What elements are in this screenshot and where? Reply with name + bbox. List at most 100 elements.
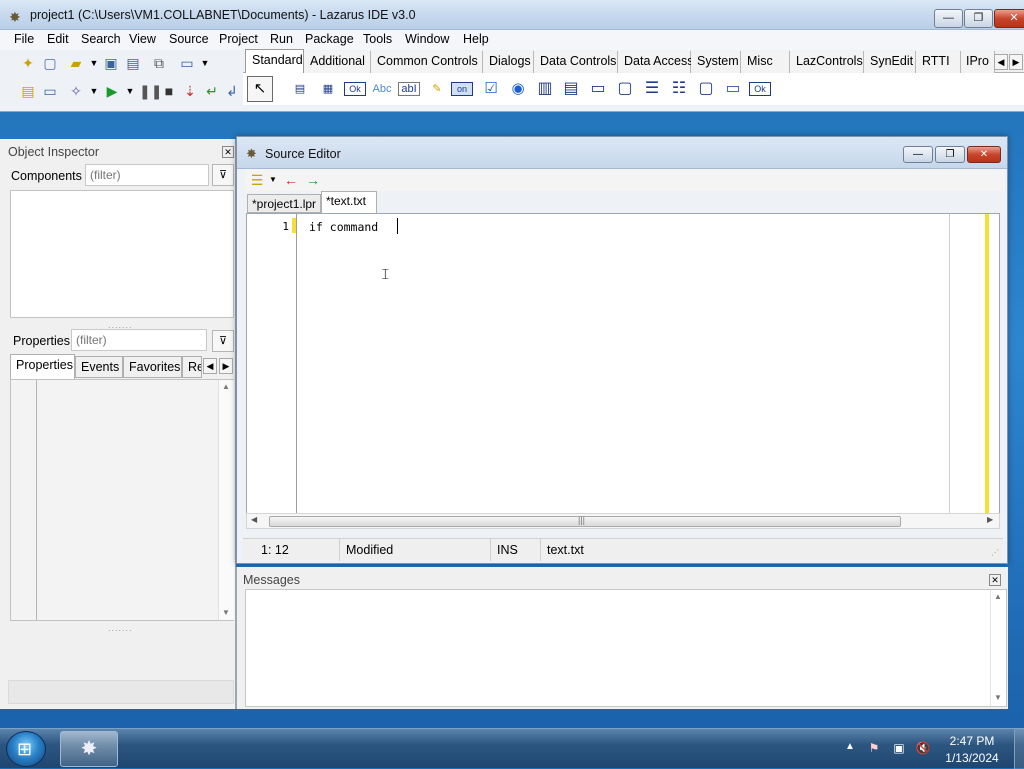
save-all-icon[interactable]: ▤ — [125, 55, 141, 71]
tlabel-icon[interactable]: Abc — [371, 78, 393, 100]
palette-scroll-left-icon[interactable]: ◀ — [994, 54, 1008, 70]
menu-window[interactable]: Window — [405, 32, 449, 46]
stop-icon[interactable]: ■ — [161, 83, 177, 99]
palette-tab-common-controls[interactable]: Common Controls — [371, 51, 483, 73]
palette-tab-synedit[interactable]: SynEdit — [864, 51, 916, 73]
messages-close-icon[interactable]: ✕ — [989, 574, 1001, 586]
tradiogroup-icon[interactable]: ☰ — [641, 78, 663, 100]
toggle-form-icon[interactable]: ⧉ — [151, 55, 167, 71]
tcombobox-icon[interactable]: ▤ — [560, 78, 582, 100]
tgroupbox-icon[interactable]: ▢ — [614, 78, 636, 100]
tabs-scroll-right-icon[interactable]: ▶ — [219, 358, 233, 374]
tradiobutton-icon[interactable]: ◉ — [507, 78, 529, 100]
tab-text-txt[interactable]: *text.txt — [321, 191, 377, 214]
step-into-icon[interactable]: ⇣ — [182, 83, 198, 99]
palette-scroll-right-icon[interactable]: ▶ — [1009, 54, 1023, 70]
menu-edit[interactable]: Edit — [47, 32, 69, 46]
new-unit-icon[interactable]: ✦ — [20, 55, 36, 71]
save-icon[interactable]: ▣ — [103, 55, 119, 71]
editor-menu-icon[interactable]: ☰ — [249, 172, 265, 188]
tmainmenu-icon[interactable]: ▤ — [289, 78, 311, 100]
show-desktop-button[interactable] — [1014, 729, 1024, 769]
selection-tool-pointer-icon[interactable]: ↖ — [247, 76, 273, 102]
menu-search[interactable]: Search — [81, 32, 121, 46]
messages-scrollbar[interactable]: ▲ ▼ — [990, 590, 1006, 706]
tabs-scroll-left-icon[interactable]: ◀ — [203, 358, 217, 374]
scroll-left-icon[interactable]: ◀ — [251, 515, 257, 524]
tpopupmenu-icon[interactable]: ▦ — [317, 78, 339, 100]
taskbar-lazarus-button[interactable]: ✸ — [60, 731, 118, 767]
palette-tab-ipro[interactable]: IPro — [961, 51, 995, 73]
splitter-grip-icon[interactable]: ....... — [108, 623, 133, 633]
tcheckbox-icon[interactable]: ☑ — [480, 78, 502, 100]
components-tree[interactable] — [10, 190, 234, 318]
menu-tools[interactable]: Tools — [363, 32, 392, 46]
view-units-icon[interactable]: ▭ — [179, 55, 195, 71]
palette-tab-misc[interactable]: Misc — [741, 51, 790, 73]
view-forms-icon[interactable]: ▤ — [20, 83, 36, 99]
build-icon[interactable]: ✧ — [68, 83, 84, 99]
network-icon[interactable]: ▣ — [891, 740, 907, 756]
menu-package[interactable]: Package — [305, 32, 354, 46]
menu-view[interactable]: View — [129, 32, 156, 46]
open-dropdown-icon[interactable]: ▼ — [86, 55, 102, 71]
tab-events[interactable]: Events — [75, 356, 123, 378]
scroll-up-icon[interactable]: ▲ — [222, 382, 230, 391]
new-form-icon[interactable]: ▢ — [42, 55, 58, 71]
messages-list[interactable]: ▲ ▼ — [245, 589, 1007, 707]
menu-file[interactable]: File — [14, 32, 34, 46]
close-button[interactable]: ✕ — [994, 9, 1024, 28]
palette-tab-data-access[interactable]: Data Access — [618, 51, 693, 73]
tbutton-icon[interactable]: Ok — [344, 82, 366, 96]
clock-time[interactable]: 2:47 PM — [940, 734, 1004, 748]
scroll-right-icon[interactable]: ▶ — [987, 515, 993, 524]
tab-restricted[interactable]: Re — [182, 356, 202, 378]
menu-help[interactable]: Help — [463, 32, 489, 46]
property-grid-scrollbar[interactable]: ▲ ▼ — [218, 380, 234, 620]
build-dropdown-icon[interactable]: ▼ — [86, 83, 102, 99]
property-grid[interactable]: ▲ ▼ — [10, 379, 234, 621]
tmemo-icon[interactable]: ✎ — [426, 78, 448, 100]
editor-horizontal-scrollbar[interactable]: ◀ ||| ▶ — [246, 513, 1000, 529]
jump-forward-icon[interactable]: → — [305, 172, 321, 188]
start-button[interactable]: ⊞ — [6, 731, 46, 767]
tab-properties[interactable]: Properties — [10, 354, 75, 379]
palette-tab-system[interactable]: System — [691, 51, 741, 73]
open-folder-icon[interactable]: ▰ — [68, 55, 84, 71]
toggle-view-icon[interactable]: ▭ — [42, 83, 58, 99]
tactionlist-icon[interactable]: Ok — [749, 82, 771, 96]
tpanel-icon[interactable]: ▢ — [695, 78, 717, 100]
editor-minimize-button[interactable]: — — [903, 146, 933, 163]
palette-tab-rtti[interactable]: RTTI — [916, 51, 961, 73]
code-line[interactable]: if command — [309, 220, 385, 234]
clock-date[interactable]: 1/13/2024 — [940, 751, 1004, 765]
maximize-button[interactable]: ❐ — [964, 9, 993, 28]
scroll-down-icon[interactable]: ▼ — [994, 693, 1002, 702]
tedit-icon[interactable]: abI — [398, 82, 420, 96]
pause-icon[interactable]: ❚❚ — [139, 83, 162, 99]
editor-close-button[interactable]: ✕ — [967, 146, 1001, 163]
resize-grip-icon[interactable]: ⋰ — [991, 548, 999, 557]
tab-project1-lpr[interactable]: *project1.lpr — [247, 194, 321, 213]
menu-run[interactable]: Run — [270, 32, 293, 46]
menu-source[interactable]: Source — [169, 32, 209, 46]
scroll-up-icon[interactable]: ▲ — [994, 592, 1002, 601]
minimize-button[interactable]: — — [934, 9, 963, 28]
scrollbar-thumb[interactable]: ||| — [269, 515, 901, 527]
components-filter-clear-icon[interactable]: ⊽ — [212, 164, 234, 186]
step-out-icon[interactable]: ↲ — [224, 83, 240, 99]
palette-tab-dialogs[interactable]: Dialogs — [483, 51, 534, 73]
tlistbox-icon[interactable]: ▥ — [534, 78, 556, 100]
line-number-gutter[interactable]: 1 — [247, 214, 297, 514]
code-editor[interactable]: 1 if command 𝙸 — [246, 213, 1000, 515]
editor-maximize-button[interactable]: ❐ — [935, 146, 965, 163]
palette-tab-lazcontrols[interactable]: LazControls — [790, 51, 864, 73]
tcheckgroup-icon[interactable]: ☷ — [668, 78, 690, 100]
step-over-icon[interactable]: ↵ — [204, 83, 220, 99]
ttogglebox-icon[interactable]: on — [451, 82, 473, 96]
menu-project[interactable]: Project — [219, 32, 258, 46]
show-hidden-icons-icon[interactable]: ▲ — [845, 741, 855, 752]
tscrollbar-icon[interactable]: ▭ — [587, 78, 609, 100]
properties-filter-clear-icon[interactable]: ⊽ — [212, 330, 234, 352]
scroll-down-icon[interactable]: ▼ — [222, 608, 230, 617]
